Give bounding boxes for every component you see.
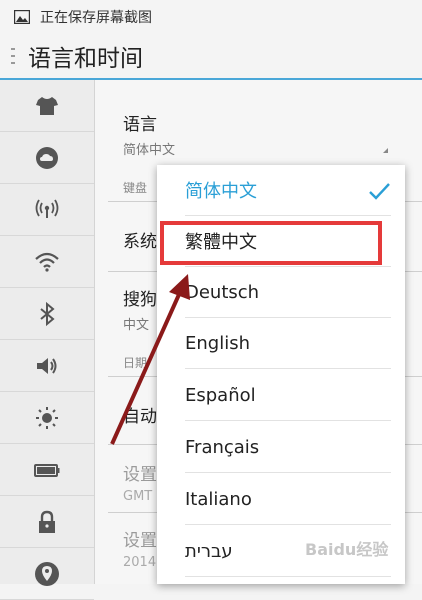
wifi-icon	[35, 252, 59, 272]
language-value: 简体中文	[123, 143, 176, 158]
cloud-icon	[36, 146, 58, 169]
option-label: עברית	[185, 540, 233, 562]
language-option[interactable]: Italiano	[185, 474, 391, 525]
page-title: 语言和时间	[28, 45, 143, 72]
sidebar-item-account[interactable]	[0, 132, 94, 184]
language-option[interactable]: 简体中文	[185, 165, 391, 216]
tshirt-icon	[36, 96, 58, 115]
sidebar-item-theme[interactable]	[0, 80, 94, 132]
option-label: Italiano	[185, 488, 252, 510]
language-option[interactable]: Español	[185, 370, 391, 421]
language-option[interactable]: Deutsch	[185, 267, 391, 318]
status-text: 正在保存屏幕截图	[40, 9, 152, 26]
option-label: 简体中文	[185, 181, 257, 202]
spinner-indicator	[383, 148, 388, 153]
status-bar: 正在保存屏幕截图	[0, 0, 422, 33]
sidebar-item-display[interactable]	[0, 392, 94, 444]
watermark: Baidu经验	[305, 540, 389, 559]
highlight-box	[160, 221, 382, 265]
settings-sidebar	[0, 80, 95, 600]
lock-icon	[39, 510, 55, 533]
sidebar-item-security[interactable]	[0, 496, 94, 548]
sidebar-item-wifi[interactable]	[0, 236, 94, 288]
drawer-grip-icon[interactable]	[10, 46, 16, 66]
language-label: 语言	[123, 115, 157, 135]
bluetooth-icon	[40, 301, 55, 326]
language-option[interactable]: Français	[185, 422, 391, 473]
location-icon	[35, 561, 59, 586]
image-icon	[14, 9, 30, 24]
volume-icon	[37, 357, 57, 374]
language-setting[interactable]: 语言 简体中文	[123, 110, 422, 158]
sidebar-item-sound[interactable]	[0, 340, 94, 392]
sidebar-item-bluetooth[interactable]	[0, 288, 94, 340]
sidebar-item-battery[interactable]	[0, 444, 94, 496]
sidebar-item-network[interactable]	[0, 184, 94, 236]
option-label: Español	[185, 384, 256, 406]
brightness-icon	[36, 406, 58, 429]
language-option[interactable]: English	[185, 318, 391, 369]
option-label: Deutsch	[185, 281, 260, 303]
option-label: Français	[185, 436, 260, 458]
option-label: English	[185, 332, 250, 354]
sidebar-item-location[interactable]	[0, 548, 94, 600]
battery-icon	[34, 463, 60, 477]
antenna-icon	[35, 199, 59, 218]
checkmark-icon	[369, 183, 390, 200]
action-bar: 语言和时间	[0, 33, 422, 80]
